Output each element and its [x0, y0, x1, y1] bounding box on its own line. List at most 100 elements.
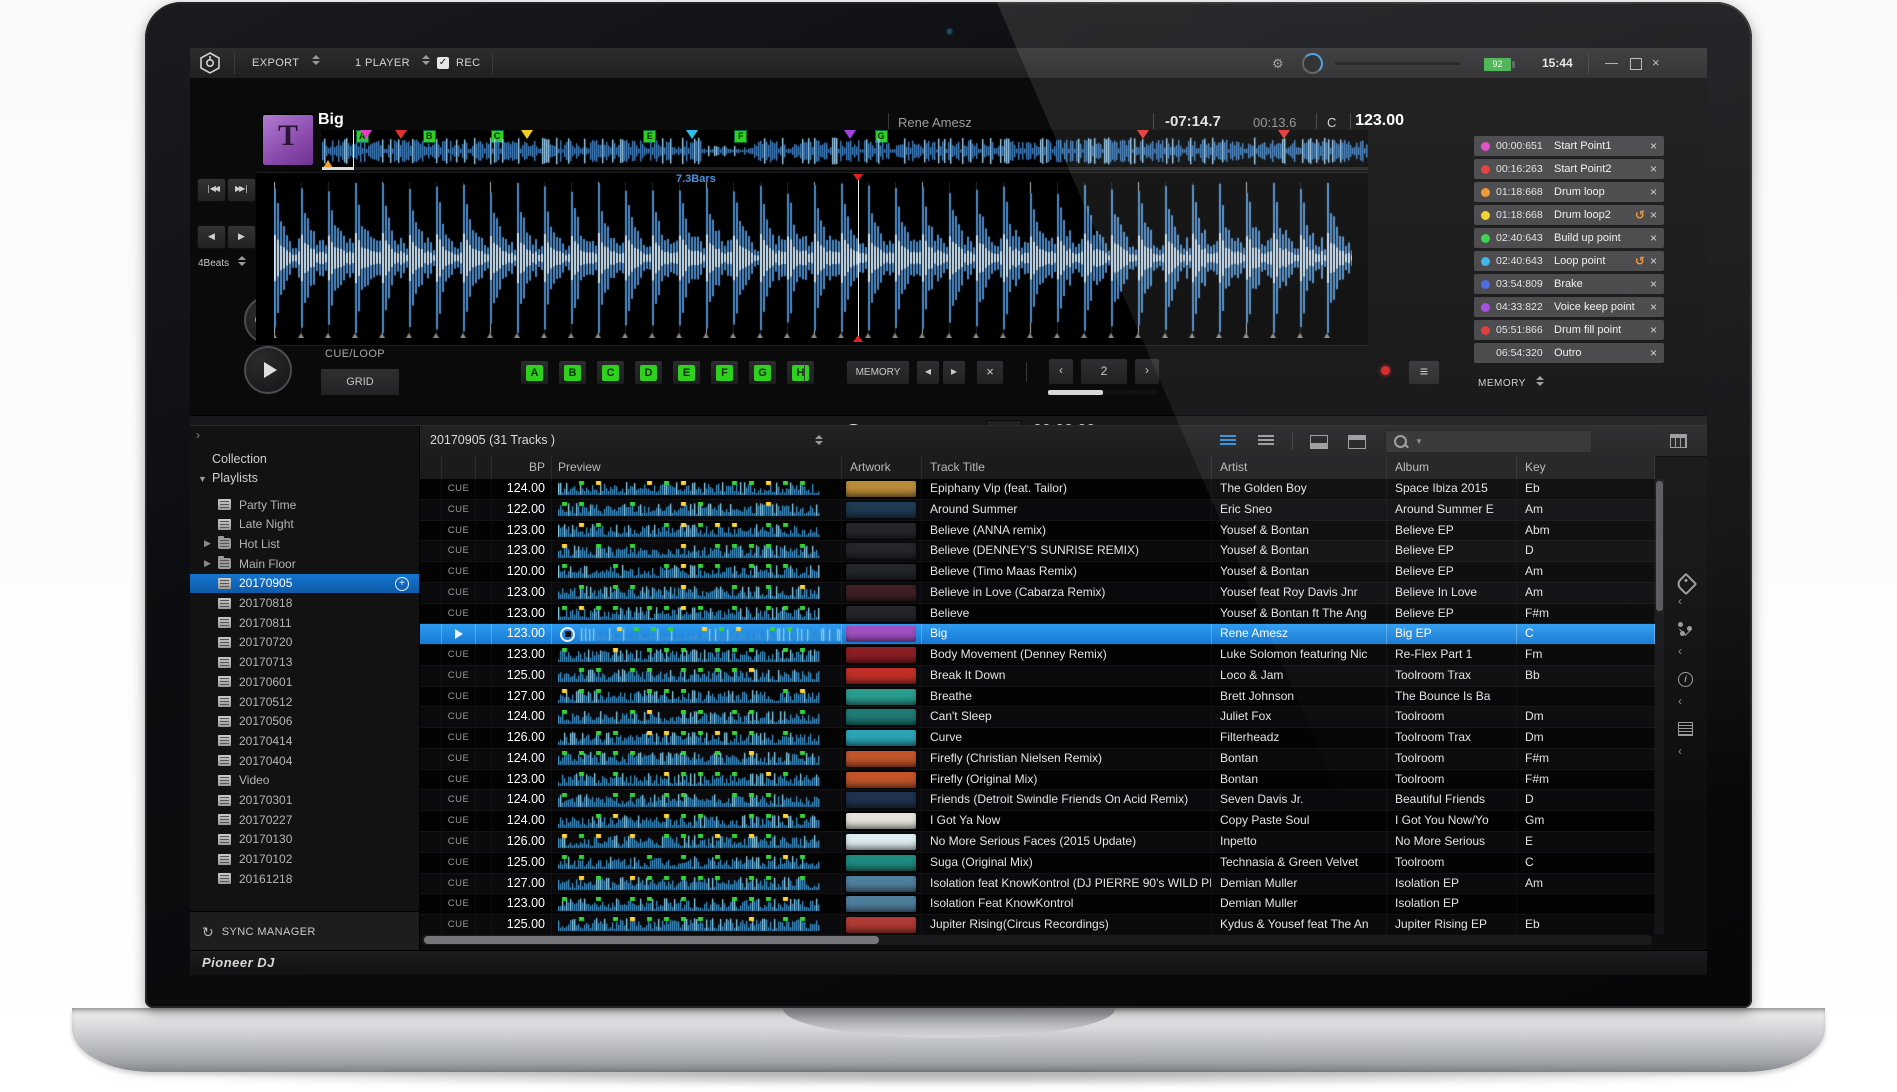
- delete-cue-icon[interactable]: ×: [1650, 139, 1657, 153]
- rekordbox-logo-icon[interactable]: [198, 51, 222, 75]
- cue-point-row[interactable]: 04:33:822 Voice keep point ↺ ×: [1474, 297, 1664, 317]
- table-row[interactable]: CUE 125.00 Break It Down Loco & Jam Tool…: [420, 665, 1655, 687]
- playlist-item[interactable]: ▶ Party Time +: [190, 495, 419, 514]
- player-count-selector[interactable]: 1 PLAYER: [355, 57, 410, 69]
- playlist-item[interactable]: ▶ 20170506 +: [190, 712, 419, 731]
- memory-panel-spinner-icon[interactable]: [1536, 376, 1545, 386]
- table-vertical-scrollbar[interactable]: [1655, 479, 1664, 934]
- hotcue-pad[interactable]: H: [786, 360, 815, 385]
- playlist-item[interactable]: ▶ 20170102 +: [190, 850, 419, 869]
- cue-point-row[interactable]: 02:40:643 Build up point ↺ ×: [1474, 228, 1664, 248]
- hotcue-pad[interactable]: A: [520, 360, 549, 385]
- column-track-title[interactable]: Track Title: [922, 456, 1212, 479]
- row-preview[interactable]: [552, 520, 842, 541]
- row-cue-button[interactable]: CUE: [442, 645, 476, 665]
- table-row[interactable]: CUE 123.00 Body Movement (Denney Remix) …: [420, 645, 1655, 666]
- table-row[interactable]: CUE 123.00 Believe Yousef & Bontan ft Th…: [420, 603, 1655, 625]
- sidebar-item-collection[interactable]: Collection: [212, 452, 267, 466]
- row-preview[interactable]: [552, 894, 842, 915]
- export-mode-selector[interactable]: EXPORT: [252, 57, 299, 69]
- cue-point-row[interactable]: 02:40:643 Loop point ↺ ×: [1474, 251, 1664, 271]
- page-slider[interactable]: [1048, 390, 1158, 395]
- rec-checkbox[interactable]: ✓: [437, 57, 449, 69]
- table-row[interactable]: CUE 123.00 Believe (DENNEY'S SUNRISE REM…: [420, 541, 1655, 563]
- playlist-item[interactable]: ▶ 20170818 +: [190, 594, 419, 613]
- row-cue-button[interactable]: CUE: [442, 499, 476, 520]
- playlist-item[interactable]: ▶ 20170713 +: [190, 653, 419, 672]
- row-cue-button[interactable]: CUE: [442, 686, 476, 707]
- column-artwork[interactable]: Artwork: [842, 456, 922, 479]
- playlist-item[interactable]: ▶ Hot List +: [190, 534, 419, 553]
- table-row[interactable]: CUE 124.00 Epiphany Vip (feat. Tailor) T…: [420, 479, 1655, 500]
- row-preview[interactable]: [552, 624, 842, 645]
- cue-point-row[interactable]: 03:54:809 Brake ↺ ×: [1474, 274, 1664, 294]
- table-row[interactable]: CUE 127.00 Isolation feat KnowKontrol (D…: [420, 873, 1655, 895]
- row-preview[interactable]: [552, 707, 842, 728]
- add-icon[interactable]: +: [395, 576, 409, 591]
- table-row[interactable]: CUE 124.00 Friends (Detroit Swindle Frie…: [420, 790, 1655, 812]
- row-cue-button[interactable]: CUE: [442, 541, 476, 562]
- memory-button[interactable]: MEMORY: [846, 360, 910, 385]
- memory-prev-button[interactable]: ◂: [916, 360, 940, 385]
- table-row[interactable]: CUE 127.00 Breathe Brett Johnson The Bou…: [420, 686, 1655, 708]
- view-detail-icon[interactable]: [1258, 435, 1274, 450]
- folder-expand-icon[interactable]: ▶: [204, 538, 218, 549]
- volume-slider[interactable]: [1335, 62, 1460, 65]
- row-cue-button[interactable]: CUE: [442, 582, 476, 603]
- row-cue-button[interactable]: CUE: [442, 811, 476, 832]
- next-track-button[interactable]: ▶▶❘: [227, 178, 256, 202]
- cue-point-row[interactable]: 00:00:651 Start Point1 ↺ ×: [1474, 136, 1664, 156]
- play-button[interactable]: [244, 346, 292, 394]
- delete-cue-icon[interactable]: ×: [1650, 231, 1657, 245]
- close-button[interactable]: ×: [1652, 55, 1660, 70]
- view-artwork-bottom-icon[interactable]: [1310, 435, 1328, 452]
- table-row[interactable]: CUE 123.00 Believe in Love (Cabarza Remi…: [420, 582, 1655, 604]
- cue-point-row[interactable]: 01:18:668 Drum loop2 ↺ ×: [1474, 205, 1664, 225]
- view-list-blue-icon[interactable]: [1220, 435, 1236, 450]
- delete-cue-icon[interactable]: ×: [1650, 277, 1657, 291]
- row-cue-button[interactable]: CUE: [442, 520, 476, 541]
- row-preview[interactable]: [552, 790, 842, 811]
- memory-next-button[interactable]: ▸: [942, 360, 966, 385]
- row-cue-button[interactable]: CUE: [442, 728, 476, 748]
- table-row[interactable]: CUE 124.00 I Got Ya Now Copy Paste Soul …: [420, 811, 1655, 833]
- row-cue-button[interactable]: CUE: [442, 790, 476, 811]
- table-row[interactable]: CUE 120.00 Believe (Timo Maas Remix) You…: [420, 562, 1655, 583]
- row-cue-button[interactable]: CUE: [442, 832, 476, 852]
- row-preview[interactable]: [552, 852, 842, 873]
- chevron-left-icon[interactable]: ‹: [1678, 744, 1682, 758]
- row-preview[interactable]: [552, 748, 842, 769]
- delete-cue-icon[interactable]: ×: [1650, 300, 1657, 314]
- hotcue-pad[interactable]: B: [558, 360, 587, 385]
- playlist-title-spinner-icon[interactable]: [815, 435, 824, 445]
- cue-point-row[interactable]: 06:54:320 Outro ↺ ×: [1474, 343, 1664, 363]
- page-prev-button[interactable]: ‹: [1048, 358, 1074, 385]
- delete-cue-icon[interactable]: ×: [1650, 323, 1657, 337]
- row-cue-button[interactable]: CUE: [442, 915, 476, 934]
- headphone-volume-knob[interactable]: [1302, 53, 1323, 74]
- playlist-item[interactable]: ▶ 20170227 +: [190, 810, 419, 829]
- column-cue[interactable]: [442, 456, 476, 479]
- row-preview[interactable]: [552, 665, 842, 686]
- row-preview[interactable]: [552, 728, 842, 748]
- cue-point-row[interactable]: 01:18:668 Drum loop ↺ ×: [1474, 182, 1664, 202]
- row-cue-button[interactable]: CUE: [442, 852, 476, 873]
- row-preview[interactable]: [552, 541, 842, 562]
- table-row[interactable]: CUE 124.00 Firefly (Christian Nielsen Re…: [420, 748, 1655, 770]
- beat-jump-spinner-icon[interactable]: [238, 256, 247, 266]
- hotcue-pad[interactable]: D: [634, 360, 663, 385]
- search-back-button[interactable]: ◀: [197, 225, 226, 249]
- view-artwork-top-icon[interactable]: [1348, 435, 1366, 452]
- deck-menu-button[interactable]: ≡: [1408, 360, 1440, 385]
- playlist-item[interactable]: ▶ 20170905 +: [190, 573, 419, 593]
- hotcue-pad[interactable]: G: [748, 360, 777, 385]
- table-row[interactable]: CUE 123.00 Big Rene Amesz Big EP C: [420, 624, 1655, 646]
- related-tracks-icon[interactable]: [1678, 622, 1692, 636]
- table-row[interactable]: CUE 123.00 Believe (ANNA remix) Yousef &…: [420, 520, 1655, 542]
- row-preview[interactable]: [552, 603, 842, 624]
- export-mode-spinner-icon[interactable]: [312, 55, 321, 65]
- playlist-item[interactable]: ▶ 20170601 +: [190, 672, 419, 691]
- row-cue-button[interactable]: CUE: [442, 624, 476, 645]
- search-input[interactable]: ▼: [1385, 430, 1592, 453]
- row-preview[interactable]: [552, 645, 842, 665]
